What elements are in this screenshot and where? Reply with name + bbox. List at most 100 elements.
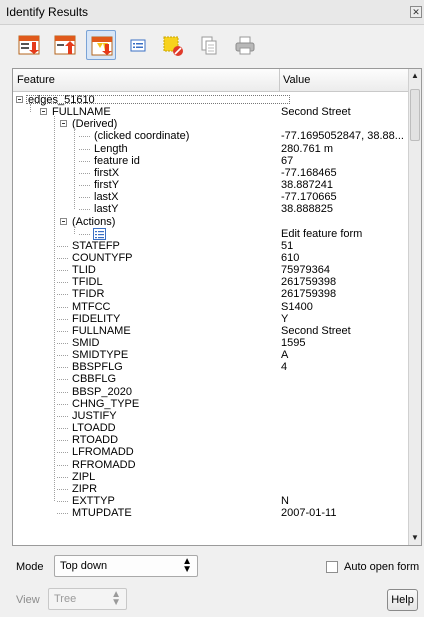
feature-value: 280.761 m — [281, 142, 333, 155]
value-column-header[interactable]: Value — [283, 74, 310, 86]
collapse-toggle-icon[interactable] — [60, 217, 67, 225]
tree-row[interactable]: COUNTYFP 610 — [13, 251, 410, 264]
results-tree[interactable]: Feature Value edges_51610 FULLNAME Second … — [12, 68, 422, 546]
tree-row[interactable]: RTOADD — [13, 435, 410, 446]
tree-row[interactable]: SMIDTYPE A — [13, 350, 410, 361]
vertical-scrollbar[interactable]: ▲ ▼ — [408, 69, 421, 545]
print-icon — [235, 36, 255, 55]
copy-feature-button[interactable] — [194, 30, 224, 60]
feature-value: S1400 — [281, 300, 313, 313]
feature-label: MTUPDATE — [72, 507, 132, 520]
collapse-toggle-icon[interactable] — [60, 120, 67, 128]
feature-value: 261759398 — [281, 276, 337, 289]
close-icon[interactable]: ✕ — [410, 6, 422, 18]
feature-label: firstY — [94, 179, 120, 192]
feature-label: BBSPFLG — [72, 361, 123, 374]
feature-label: lastX — [94, 191, 119, 204]
tree-row[interactable]: MTFCC S1400 — [13, 300, 410, 313]
tree-row[interactable]: CHNG_TYPE — [13, 397, 410, 410]
feature-label: SMIDTYPE — [72, 349, 129, 362]
tree-row[interactable]: EXTTYP N — [13, 494, 410, 507]
tree-row[interactable]: BBSP_2020 — [13, 385, 410, 398]
collapse-tree-icon — [54, 35, 76, 55]
view-label: View — [16, 594, 40, 606]
collapse-toggle-icon[interactable] — [16, 96, 23, 103]
print-button[interactable] — [230, 30, 260, 60]
feature-value: 75979364 — [281, 264, 330, 277]
feature-value: -77.170665 — [281, 191, 337, 204]
tree-row[interactable]: FULLNAME Second Street — [13, 324, 410, 337]
scroll-thumb[interactable] — [410, 89, 420, 141]
scroll-down-icon[interactable]: ▼ — [409, 531, 421, 545]
feature-label: BBSP_2020 — [72, 385, 132, 398]
feature-value: Second Street — [281, 324, 351, 337]
feature-value: N — [281, 494, 289, 507]
tree-rows: edges_51610 FULLNAME Second Street (Derived… — [13, 91, 410, 545]
tree-row[interactable]: TFIDR 261759398 — [13, 289, 410, 300]
feature-label: TLID — [72, 264, 96, 277]
tree-row[interactable]: STATEFP 51 — [13, 239, 410, 252]
feature-label: COUNTYFP — [72, 251, 133, 264]
tree-row[interactable]: lastY 38.888825 — [13, 204, 410, 215]
collapse-toggle-icon[interactable] — [40, 108, 47, 116]
tree-row[interactable]: TFIDL 261759398 — [13, 277, 410, 288]
feature-label: (Derived) — [72, 118, 118, 131]
feature-value: 38.887241 — [281, 179, 333, 192]
tree-row[interactable]: (Derived) — [13, 119, 410, 130]
select-arrows-icon: ▲ ▼ — [182, 556, 192, 575]
tree-row[interactable]: CBBFLG — [13, 374, 410, 385]
mode-select-value: Top down — [60, 560, 108, 572]
tree-row[interactable]: Edit feature form — [13, 227, 410, 240]
tree-row[interactable]: firstY 38.887241 — [13, 180, 410, 191]
open-form-button[interactable] — [122, 30, 152, 60]
tree-row[interactable]: lastX -77.170665 — [13, 192, 410, 203]
tree-row[interactable]: SMID 1595 — [13, 338, 410, 349]
view-select[interactable]: Tree ▲ ▼ — [48, 588, 127, 610]
feature-label: MTFCC — [72, 300, 111, 313]
clear-results-button[interactable] — [158, 30, 188, 60]
feature-label: TFIDL — [72, 276, 103, 289]
feature-label: CHNG_TYPE — [72, 397, 140, 410]
tree-row[interactable]: MTUPDATE 2007-01-11 — [13, 508, 410, 519]
tree-row[interactable]: (Actions) — [13, 215, 410, 228]
tree-row[interactable]: TLID 75979364 — [13, 265, 410, 276]
expand-tree-button[interactable] — [14, 30, 44, 60]
feature-value: 38.888825 — [281, 203, 333, 216]
tree-row[interactable]: feature id 67 — [13, 154, 410, 167]
scroll-up-icon[interactable]: ▲ — [409, 69, 421, 83]
collapse-tree-button[interactable] — [50, 30, 80, 60]
feature-label: RFROMADD — [72, 458, 136, 471]
tree-row[interactable]: FIDELITY Y — [13, 313, 410, 325]
tree-row[interactable]: (clicked coordinate) -77.1695052847, 38.8… — [13, 131, 410, 142]
feature-label: (Actions) — [72, 215, 116, 228]
tree-row[interactable]: JUSTIFY — [13, 409, 410, 422]
feature-label: CBBFLG — [72, 373, 117, 386]
help-button[interactable]: Help — [387, 589, 418, 611]
window-title: Identify Results — [6, 5, 89, 19]
expand-new-results-button[interactable] — [86, 30, 116, 60]
feature-label: LTOADD — [72, 422, 116, 435]
tree-row[interactable]: firstX -77.168465 — [13, 167, 410, 179]
feature-value: 67 — [281, 154, 294, 167]
tree-row[interactable]: LTOADD — [13, 423, 410, 434]
tree-row[interactable]: ZIPR — [13, 483, 410, 495]
feature-label: FULLNAME — [72, 324, 131, 337]
feature-column-header[interactable]: Feature — [17, 74, 55, 86]
auto-open-form-label[interactable]: Auto open form — [344, 561, 419, 573]
tree-row[interactable]: BBSPFLG 4 — [13, 362, 410, 373]
tree-row[interactable]: FULLNAME Second Street — [13, 107, 410, 118]
mode-select[interactable]: Top down ▲ ▼ — [54, 555, 198, 577]
tree-row[interactable]: RFROMADD — [13, 458, 410, 471]
auto-open-form-checkbox[interactable] — [326, 561, 338, 573]
tree-row[interactable]: ZIPL — [13, 471, 410, 483]
feature-label: STATEFP — [72, 239, 120, 252]
tree-row[interactable]: Length 280.761 m — [13, 142, 410, 155]
feature-label: FULLNAME — [52, 106, 111, 119]
feature-value: Second Street — [281, 106, 351, 119]
feature-label: LFROMADD — [72, 446, 134, 459]
tree-row[interactable]: edges_51610 — [13, 95, 410, 106]
feature-value: 610 — [281, 251, 300, 264]
tree-row[interactable]: LFROMADD — [13, 447, 410, 458]
feature-label: JUSTIFY — [72, 409, 117, 422]
feature-label: TFIDR — [72, 288, 105, 301]
